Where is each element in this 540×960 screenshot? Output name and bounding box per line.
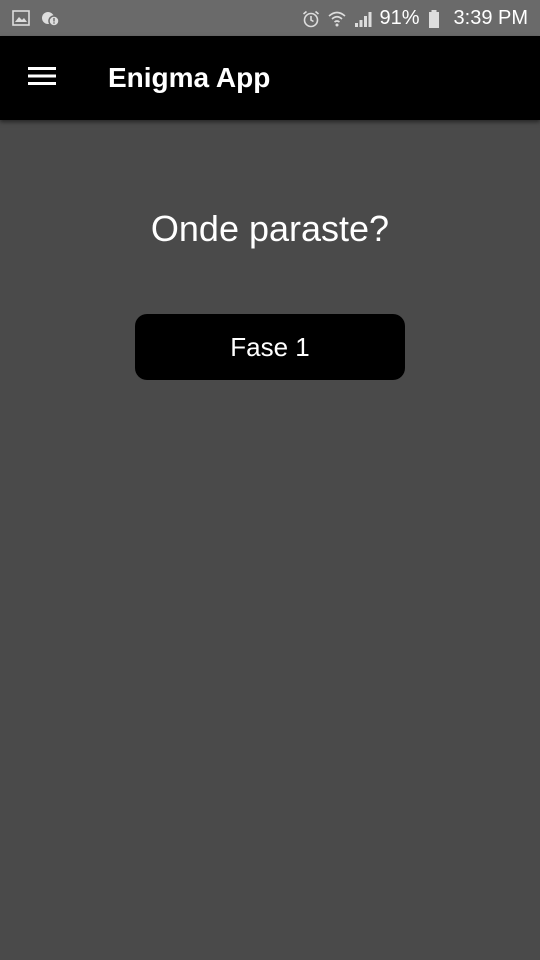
- gallery-icon: [12, 9, 30, 27]
- status-right-icons: 91% 3:39 PM: [301, 7, 528, 30]
- battery-percent: 91%: [379, 6, 420, 29]
- question-heading: Onde paraste?: [150, 208, 390, 249]
- hamburger-menu-icon: [28, 65, 56, 92]
- status-bar: 91% 3:39 PM: [0, 0, 540, 36]
- phase-1-button[interactable]: Fase 1: [135, 314, 405, 380]
- app-title: Enigma App: [108, 62, 271, 93]
- status-time: 3:39 PM: [453, 6, 528, 29]
- wifi-icon: [327, 9, 347, 27]
- alarm-icon: [301, 9, 320, 28]
- app-bar: Enigma App: [0, 36, 540, 120]
- notification-icon: [40, 9, 60, 27]
- signal-icon: [353, 9, 372, 27]
- status-left-icons: [12, 9, 60, 27]
- main-content: Onde paraste? Fase 1: [0, 120, 540, 960]
- hamburger-menu-button[interactable]: [0, 36, 84, 120]
- battery-icon: [428, 9, 446, 28]
